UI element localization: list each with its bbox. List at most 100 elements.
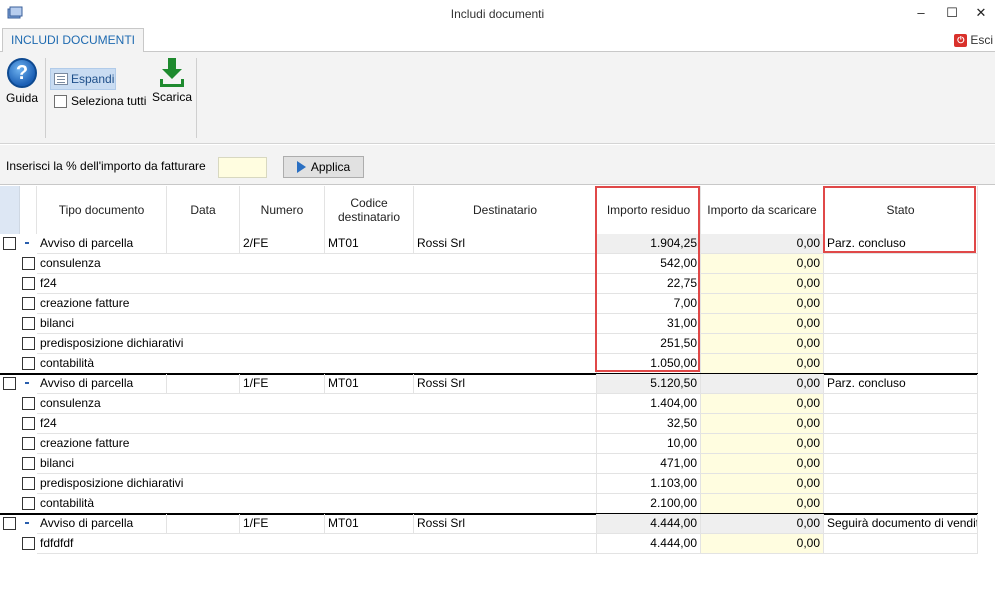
detail-row[interactable]: contabilità 2.100,00 0,00 — [0, 494, 978, 514]
cell-scaricare[interactable]: 0,00 — [701, 274, 824, 294]
cell-residuo: 251,50 — [597, 334, 701, 354]
cell-tipo: Avviso di parcella — [37, 514, 167, 534]
cell-destinatario: Rossi Srl — [414, 374, 597, 394]
minimize-button[interactable]: – — [910, 4, 932, 22]
cell-scaricare[interactable]: 0,00 — [701, 474, 824, 494]
cell-residuo: 5.120,50 — [597, 374, 701, 394]
cell-scaricare[interactable]: 0,00 — [701, 234, 824, 254]
header-numero[interactable]: Numero — [240, 186, 325, 234]
row-checkbox[interactable] — [22, 537, 35, 550]
row-checkbox[interactable] — [22, 397, 35, 410]
help-button[interactable]: ? Guida — [4, 58, 40, 114]
detail-row[interactable]: predisposizione dichiarativi 251,50 0,00 — [0, 334, 978, 354]
cell-stato — [824, 394, 978, 414]
cell-scaricare[interactable]: 0,00 — [701, 294, 824, 314]
row-checkbox[interactable] — [22, 357, 35, 370]
cell-tipo: consulenza — [37, 254, 597, 274]
cell-tipo: fdfdfdf — [37, 534, 597, 554]
header-destinatario[interactable]: Destinatario — [414, 186, 597, 234]
header-importo-da-scaricare[interactable]: Importo da scaricare — [701, 186, 824, 234]
cell-data — [167, 234, 240, 254]
cell-numero: 2/FE — [240, 234, 325, 254]
tab-includi-documenti[interactable]: INCLUDI DOCUMENTI — [2, 28, 144, 53]
document-row[interactable]: Avviso di parcella 1/FE MT01 Rossi Srl 4.444… — [0, 514, 978, 534]
detail-row[interactable]: creazione fatture 7,00 0,00 — [0, 294, 978, 314]
header-data[interactable]: Data — [167, 186, 240, 234]
cell-scaricare[interactable]: 0,00 — [701, 494, 824, 514]
row-checkbox[interactable] — [22, 317, 35, 330]
cell-scaricare[interactable]: 0,00 — [701, 534, 824, 554]
cell-scaricare[interactable]: 0,00 — [701, 334, 824, 354]
detail-row[interactable]: contabilità 1.050,00 0,00 — [0, 354, 978, 374]
cell-scaricare[interactable]: 0,00 — [701, 514, 824, 534]
cell-scaricare[interactable]: 0,00 — [701, 374, 824, 394]
expand-button[interactable]: Espandi — [50, 68, 116, 90]
row-checkbox[interactable] — [22, 457, 35, 470]
cell-stato: Seguirà documento di vendit — [824, 514, 978, 534]
cell-scaricare[interactable]: 0,00 — [701, 394, 824, 414]
cell-tipo: contabilità — [37, 354, 597, 374]
detail-row[interactable]: fdfdfdf 4.444,00 0,00 — [0, 534, 978, 554]
expand-icon — [54, 73, 68, 85]
row-checkbox[interactable] — [22, 277, 35, 290]
row-checkbox[interactable] — [22, 417, 35, 430]
header-codice-destinatario[interactable]: Codice destinatario — [325, 186, 414, 234]
maximize-button[interactable]: ☐ — [941, 4, 963, 22]
row-checkbox[interactable] — [22, 437, 35, 450]
row-checkbox[interactable] — [3, 517, 16, 530]
row-checkbox[interactable] — [22, 477, 35, 490]
ribbon-tabstrip: INCLUDI DOCUMENTI ⏻ Esci — [0, 28, 995, 53]
cell-tipo: bilanci — [37, 314, 597, 334]
exit-button[interactable]: ⏻ Esci — [954, 32, 993, 48]
cell-destinatario: Rossi Srl — [414, 234, 597, 254]
header-stato[interactable]: Stato — [824, 186, 978, 234]
cell-residuo: 2.100,00 — [597, 494, 701, 514]
percentage-input[interactable] — [218, 157, 267, 178]
cell-tipo: Avviso di parcella — [37, 234, 167, 254]
cell-scaricare[interactable]: 0,00 — [701, 434, 824, 454]
cell-stato — [824, 534, 978, 554]
detail-row[interactable]: creazione fatture 10,00 0,00 — [0, 434, 978, 454]
cell-residuo: 7,00 — [597, 294, 701, 314]
download-button[interactable]: Scarica — [150, 58, 194, 114]
row-checkbox[interactable] — [3, 237, 16, 250]
cell-scaricare[interactable]: 0,00 — [701, 314, 824, 334]
document-row[interactable]: Avviso di parcella 1/FE MT01 Rossi Srl 5.120… — [0, 374, 978, 394]
cell-residuo: 32,50 — [597, 414, 701, 434]
row-checkbox[interactable] — [22, 297, 35, 310]
detail-row[interactable]: consulenza 1.404,00 0,00 — [0, 394, 978, 414]
checkbox-icon — [54, 94, 67, 108]
detail-row[interactable]: bilanci 471,00 0,00 — [0, 454, 978, 474]
header-tipo-documento[interactable]: Tipo documento — [37, 186, 167, 234]
detail-row[interactable]: bilanci 31,00 0,00 — [0, 314, 978, 334]
expand-label: Espandi — [71, 72, 115, 86]
cell-scaricare[interactable]: 0,00 — [701, 354, 824, 374]
detail-row[interactable]: predisposizione dichiarativi 1.103,00 0,00 — [0, 474, 978, 494]
cell-residuo: 10,00 — [597, 434, 701, 454]
ribbon-separator — [45, 58, 46, 138]
cell-scaricare[interactable]: 0,00 — [701, 254, 824, 274]
detail-row[interactable]: f24 22,75 0,00 — [0, 274, 978, 294]
collapse-icon[interactable] — [25, 522, 29, 524]
detail-row[interactable]: f24 32,50 0,00 — [0, 414, 978, 434]
cell-tipo: bilanci — [37, 454, 597, 474]
row-checkbox[interactable] — [3, 377, 16, 390]
collapse-icon[interactable] — [25, 242, 29, 244]
collapse-icon[interactable] — [25, 382, 29, 384]
help-icon: ? — [7, 58, 37, 88]
cell-data — [167, 374, 240, 394]
select-all-checkbox[interactable]: Seleziona tutti — [54, 94, 146, 108]
detail-row[interactable]: consulenza 542,00 0,00 — [0, 254, 978, 274]
cell-scaricare[interactable]: 0,00 — [701, 454, 824, 474]
document-row[interactable]: Avviso di parcella 2/FE MT01 Rossi Srl 1.904… — [0, 234, 978, 254]
cell-scaricare[interactable]: 0,00 — [701, 414, 824, 434]
apply-button[interactable]: Applica — [283, 156, 364, 178]
row-checkbox[interactable] — [22, 337, 35, 350]
download-label: Scarica — [151, 90, 192, 104]
cell-residuo: 471,00 — [597, 454, 701, 474]
row-checkbox[interactable] — [22, 257, 35, 270]
header-importo-residuo[interactable]: Importo residuo — [597, 186, 701, 234]
close-button[interactable]: ✕ — [970, 4, 992, 22]
cell-stato — [824, 414, 978, 434]
row-checkbox[interactable] — [22, 497, 35, 510]
